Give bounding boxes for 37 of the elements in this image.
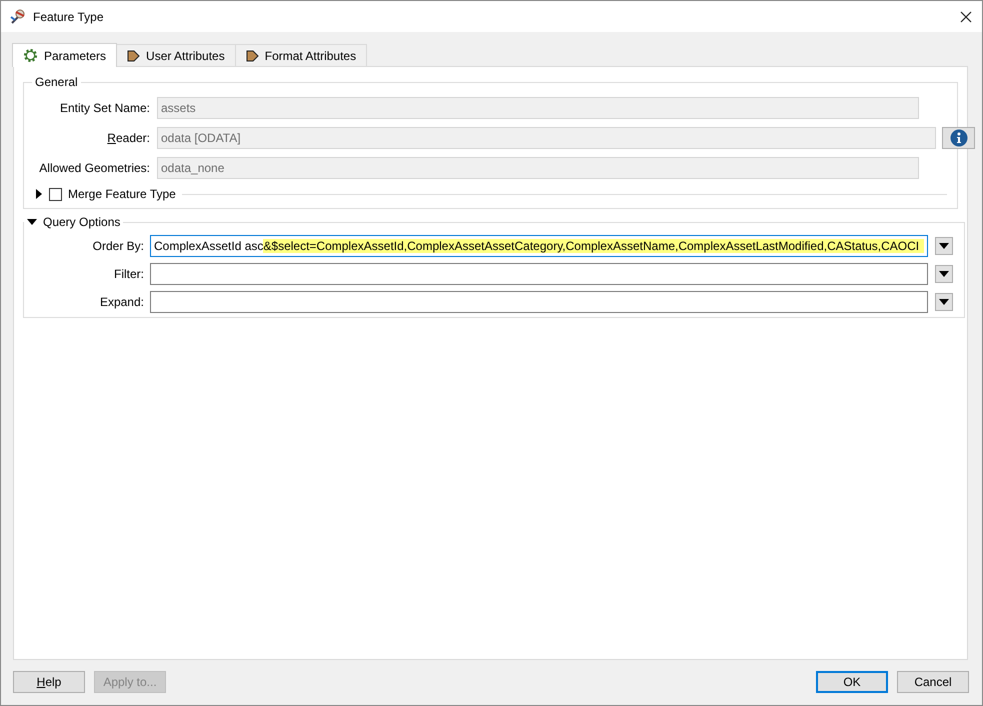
checkbox-label: Merge Feature Type — [68, 187, 176, 201]
dialog-button[interactable]: OK — [816, 670, 888, 692]
field-label: Reader: — [106, 131, 151, 145]
dialog-button[interactable]: Help — [13, 670, 85, 692]
arrow-icon — [127, 48, 140, 62]
field-label: Order By: — [92, 239, 145, 253]
dropdown-button[interactable] — [935, 237, 954, 255]
group-title: General — [34, 75, 79, 89]
field-label: Filter: — [113, 267, 145, 281]
tab[interactable]: Format Attributes — [234, 44, 368, 66]
readonly-field: odata [ODATA] — [157, 127, 936, 149]
dropdown-button[interactable] — [935, 265, 954, 283]
caret-icon — [939, 271, 950, 277]
field-label: Expand: — [98, 295, 145, 309]
caret-icon — [939, 299, 950, 305]
app-icon — [9, 8, 27, 26]
dropdown-button[interactable] — [935, 293, 954, 311]
input-field[interactable] — [150, 263, 928, 285]
window-title: Feature Type — [33, 10, 104, 24]
group-title: Query Options — [43, 215, 120, 229]
tab[interactable]: Parameters — [12, 43, 118, 67]
dialog-button[interactable]: Cancel — [897, 670, 969, 692]
expand-triangle-icon[interactable] — [35, 189, 43, 199]
input-field[interactable]: ComplexAssetId asc&$select=ComplexAssetId,ComplexAssetAssetCategory,ComplexAssetName,ComplexAssetLastModified,CAStatus,CAOCI — [150, 235, 928, 257]
readonly-field: assets — [157, 97, 919, 119]
gear-icon — [23, 48, 38, 63]
field-label: Allowed Geometries: — [38, 161, 151, 175]
info-icon — [950, 129, 968, 147]
collapse-triangle-icon[interactable] — [27, 218, 37, 226]
arrow-icon — [246, 48, 259, 62]
field-label: Entity Set Name: — [58, 101, 151, 115]
info-button[interactable] — [942, 127, 975, 149]
checkbox[interactable] — [49, 188, 62, 200]
input-field[interactable] — [150, 291, 928, 313]
readonly-field: odata_none — [157, 157, 919, 179]
close-icon[interactable] — [960, 10, 972, 22]
caret-icon — [939, 243, 950, 249]
